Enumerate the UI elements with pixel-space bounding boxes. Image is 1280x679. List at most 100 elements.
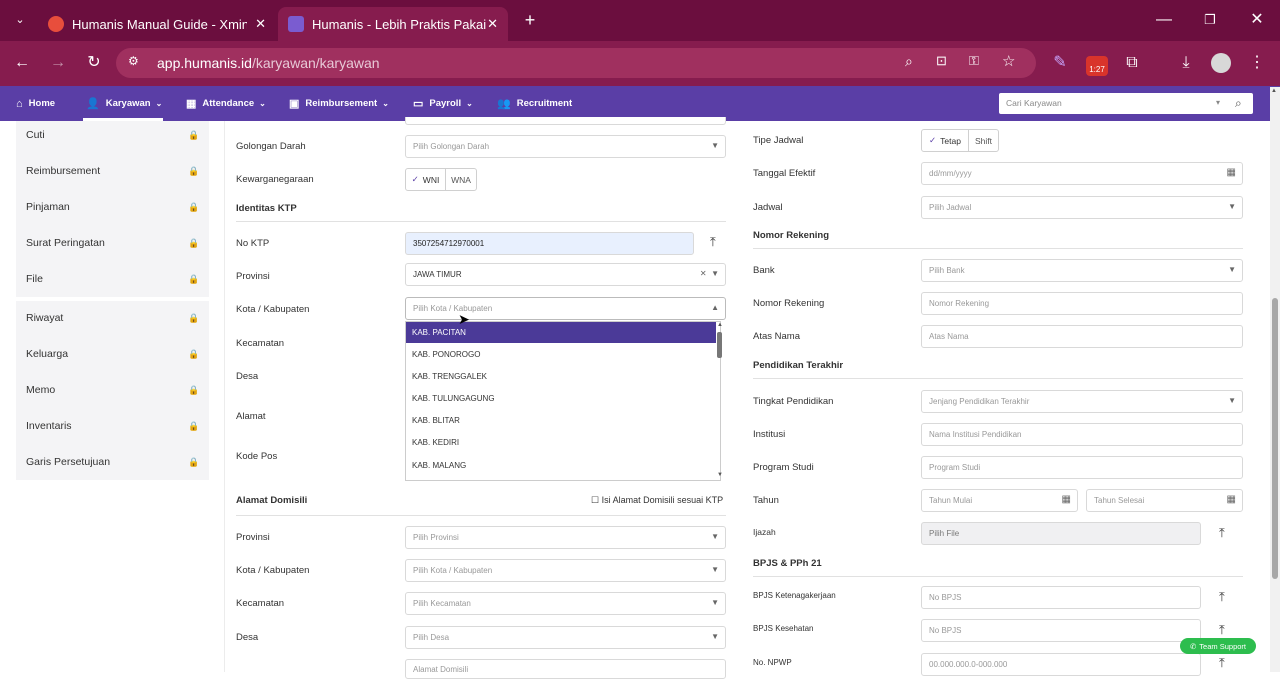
tab-manual-guide[interactable]: Humanis Manual Guide - Xmind ✕ <box>38 7 276 41</box>
tingkat-pendidikan-select[interactable]: Jenjang Pendidikan Terakhir ▼ <box>921 390 1243 413</box>
calendar-icon[interactable]: ▦ <box>1062 494 1071 505</box>
address-bar[interactable]: ⚙ app.humanis.id/karyawan/karyawan ⌕ ⊡ ⚿… <box>116 48 1036 78</box>
sesuai-ktp-checkbox[interactable]: ☐ Isi Alamat Domisili sesuai KTP <box>591 495 723 506</box>
bank-select[interactable]: Pilih Bank ▼ <box>921 259 1243 282</box>
wna-toggle[interactable]: WNA <box>445 168 477 191</box>
sidebar-panel-2: Riwayat 🔒 Keluarga 🔒 Memo 🔒 Inventaris 🔒 Gar… <box>16 301 209 480</box>
bank-label: Bank <box>753 265 775 276</box>
lock-icon: 🔒 <box>188 238 200 248</box>
golongan-darah-select[interactable]: Pilih Golongan Darah ▼ <box>405 135 726 158</box>
calendar-icon[interactable]: ▦ <box>1227 167 1236 178</box>
search-icon[interactable]: ⌕ <box>1235 96 1242 111</box>
tab-humanis[interactable]: Humanis - Lebih Praktis Pakai Humanis ✕ <box>278 7 508 41</box>
ijazah-file-input[interactable]: Pilih File <box>921 522 1201 545</box>
program-studi-input[interactable]: Program Studi <box>921 456 1243 479</box>
download-icon[interactable]: ⤓ <box>1174 51 1198 75</box>
wni-toggle[interactable]: ✓ WNI <box>405 168 446 191</box>
dom-alamat-textarea[interactable]: Alamat Domisili <box>405 659 726 679</box>
bpjs-kesehatan-input[interactable]: No BPJS <box>921 619 1201 642</box>
nav-recruitment[interactable]: 👥 Recruitment <box>497 86 572 121</box>
extension-feather-icon[interactable]: ✎ <box>1048 51 1072 75</box>
sidebar-item-surat-peringatan[interactable]: Surat Peringatan <box>26 237 105 249</box>
menu-kebab-icon[interactable]: ⋮ <box>1245 51 1269 75</box>
bookmark-star-icon[interactable]: ☆ <box>1002 52 1015 70</box>
extension-timer-badge[interactable]: 1:27 <box>1086 56 1108 76</box>
back-icon[interactable]: ← <box>10 51 34 75</box>
nav-reimbursement[interactable]: ▣ Reimbursement ⌄ <box>289 86 389 121</box>
site-info-icon[interactable]: ⚙ <box>128 54 139 68</box>
sidebar-item-riwayat[interactable]: Riwayat <box>26 312 63 324</box>
sidebar-item-file[interactable]: File <box>26 273 43 285</box>
upload-icon[interactable]: ⤒ <box>1219 622 1225 638</box>
dropdown-option[interactable]: KAB. TULUNGAGUNG <box>406 388 716 409</box>
nav-payroll[interactable]: ▭ Payroll ⌄ <box>413 86 473 121</box>
employee-search[interactable]: Cari Karyawan ▾ ⌕ <box>999 93 1253 114</box>
dropdown-scrollbar[interactable] <box>717 332 722 358</box>
scroll-up-arrow-icon[interactable]: ▲ <box>717 322 723 328</box>
dom-provinsi-select[interactable]: Pilih Provinsi ▼ <box>405 526 726 549</box>
upload-icon[interactable]: ⤒ <box>1219 525 1225 541</box>
nav-home[interactable]: ⌂ Home <box>16 86 55 121</box>
minimize-icon[interactable]: — <box>1152 8 1176 32</box>
tahun-mulai-input[interactable]: Tahun Mulai ▦ <box>921 489 1078 512</box>
tanggal-efektif-input[interactable]: dd/mm/yyyy ▦ <box>921 162 1243 185</box>
kota-dropdown-list[interactable]: KAB. PACITAN KAB. PONOROGO KAB. TRENGGAL… <box>405 321 723 481</box>
bpjs-ketenagakerjaan-input[interactable]: No BPJS <box>921 586 1201 609</box>
dropdown-option[interactable]: KAB. PACITAN <box>406 322 716 343</box>
team-support-button[interactable]: ✆ Team Support <box>1180 638 1256 654</box>
close-tab-icon[interactable]: ✕ <box>487 16 498 32</box>
zoom-icon[interactable]: ⌕ <box>905 53 913 70</box>
dropdown-option[interactable]: KAB. TRENGGALEK <box>406 366 716 387</box>
dropdown-option[interactable]: KAB. KEDIRI <box>406 432 716 453</box>
sidebar-item-pinjaman[interactable]: Pinjaman <box>26 201 70 213</box>
dom-kota-select[interactable]: Pilih Kota / Kabupaten ▼ <box>405 559 726 582</box>
tetap-toggle[interactable]: ✓ Tetap <box>921 129 969 152</box>
upload-icon[interactable]: ⤒ <box>1219 589 1225 605</box>
atas-nama-input[interactable]: Atas Nama <box>921 325 1243 348</box>
password-key-icon[interactable]: ⚿ <box>969 53 979 69</box>
nav-karyawan[interactable]: 👤 Karyawan ⌄ <box>86 86 162 121</box>
top-field-partial[interactable] <box>405 117 726 125</box>
upload-icon[interactable]: ⤒ <box>710 234 716 250</box>
dom-desa-select[interactable]: Pilih Desa ▼ <box>405 626 726 649</box>
dropdown-option[interactable]: KAB. BLITAR <box>406 410 716 431</box>
restore-icon[interactable]: ❐ <box>1198 8 1222 32</box>
atas-nama-placeholder: Atas Nama <box>929 332 969 341</box>
calendar-icon[interactable]: ▦ <box>1227 494 1236 505</box>
nomor-rekening-input[interactable]: Nomor Rekening <box>921 292 1243 315</box>
shift-toggle[interactable]: Shift <box>968 129 999 152</box>
close-window-icon[interactable]: ✕ <box>1245 8 1269 32</box>
kota-select-open[interactable]: Pilih Kota / Kabupaten ▲ <box>405 297 726 320</box>
tab-search-icon[interactable]: ⌄ <box>8 8 32 32</box>
jadwal-select[interactable]: Pilih Jadwal ▼ <box>921 196 1243 219</box>
scroll-down-arrow-icon[interactable]: ▼ <box>717 472 723 478</box>
no-ktp-input[interactable]: 3507254712970001 <box>405 232 694 255</box>
golongan-placeholder: Pilih Golongan Darah <box>413 142 490 151</box>
provinsi-select[interactable]: JAWA TIMUR ✕ ▼ <box>405 263 726 286</box>
sidebar-item-garis-persetujuan[interactable]: Garis Persetujuan <box>26 456 110 468</box>
sidebar-item-memo[interactable]: Memo <box>26 384 55 396</box>
install-app-icon[interactable]: ⊡ <box>936 53 947 69</box>
new-tab-icon[interactable]: + <box>518 8 542 32</box>
scroll-up-arrow-icon[interactable]: ▲ <box>1271 88 1277 94</box>
close-tab-icon[interactable]: ✕ <box>255 16 266 32</box>
sidebar-item-cuti[interactable]: Cuti <box>26 129 45 141</box>
dom-kecamatan-select[interactable]: Pilih Kecamatan ▼ <box>405 592 726 615</box>
reload-icon[interactable]: ↻ <box>82 51 106 75</box>
nav-attendance[interactable]: ▦ Attendance ⌄ <box>186 86 266 121</box>
sidebar-item-reimbursement[interactable]: Reimbursement <box>26 165 100 177</box>
tahun-selesai-input[interactable]: Tahun Selesai ▦ <box>1086 489 1243 512</box>
sidebar-item-keluarga[interactable]: Keluarga <box>26 348 68 360</box>
upload-icon[interactable]: ⤒ <box>1219 655 1225 671</box>
profile-avatar[interactable] <box>1211 53 1231 73</box>
page-scrollbar-thumb[interactable] <box>1272 298 1278 579</box>
dropdown-option[interactable]: KAB. PONOROGO <box>406 344 716 365</box>
forward-icon[interactable]: → <box>46 51 70 75</box>
extensions-puzzle-icon[interactable]: ⧉ <box>1120 51 1144 75</box>
clear-and-caret-icon[interactable]: ✕ ▼ <box>700 269 719 278</box>
divider <box>753 248 1243 249</box>
sidebar-item-inventaris[interactable]: Inventaris <box>26 420 72 432</box>
npwp-input[interactable]: 00.000.000.0-000.000 <box>921 653 1201 676</box>
dropdown-option[interactable]: KAB. MALANG <box>406 455 716 476</box>
institusi-input[interactable]: Nama Institusi Pendidikan <box>921 423 1243 446</box>
